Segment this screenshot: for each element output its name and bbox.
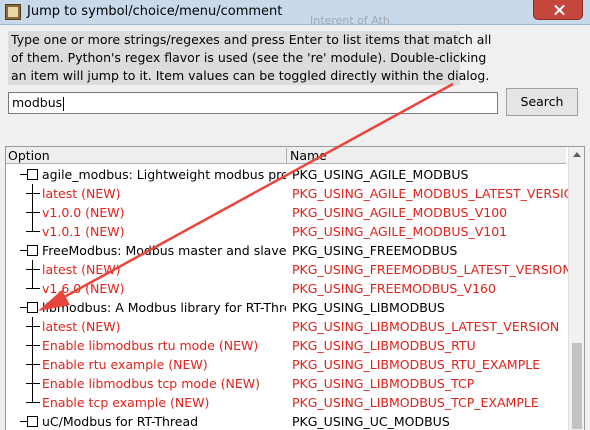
symbol-name: PKG_USING_LIBMODBUS_RTU_EXAMPLE	[292, 357, 541, 372]
option-label: Enable libmodbus rtu mode (NEW)	[42, 338, 259, 353]
option-label: Enable rtu example (NEW)	[42, 357, 208, 372]
tree-branch-icon	[26, 212, 40, 213]
table-row[interactable]: v1.0.0 (NEW) PKG_USING_AGILE_MODBUS_V100	[6, 203, 568, 222]
table-row[interactable]: Enable libmodbus rtu mode (NEW) PKG_USING…	[6, 336, 568, 355]
symbol-name: PKG_USING_FREEMODBUS_LATEST_VERSION	[292, 262, 572, 277]
table-row[interactable]: uC/Modbus for RT-Thread PKG_USING_UC_MODB…	[6, 412, 568, 430]
scrollbar-thumb[interactable]	[572, 343, 582, 429]
column-name[interactable]: Name	[290, 148, 327, 163]
option-label: v1.0.1 (NEW)	[42, 224, 125, 239]
close-button[interactable]	[533, 0, 583, 20]
option-label: libmodbus: A Modbus library for RT-Threa…	[42, 300, 286, 315]
tree-branch-icon	[26, 269, 40, 270]
table-row[interactable]: v1.0.1 (NEW) PKG_USING_AGILE_MODBUS_V101	[6, 222, 568, 241]
table-row[interactable]: Enable libmodbus tcp mode (NEW) PKG_USING…	[6, 374, 568, 393]
tree-branch-icon	[26, 231, 40, 232]
search-button[interactable]: Search	[506, 88, 578, 116]
help-line: of them. Python's regex flavor is used (…	[11, 50, 487, 65]
checkbox-icon[interactable]	[27, 302, 38, 313]
checkbox-icon[interactable]	[27, 169, 38, 180]
checkbox-icon[interactable]	[27, 416, 38, 427]
table-row[interactable]: Enable tcp example (NEW) PKG_USING_LIBMOD…	[6, 393, 568, 412]
title-bar: Jump to symbol/choice/menu/comment Inter…	[0, 0, 590, 27]
option-label: uC/Modbus for RT-Thread	[42, 414, 199, 429]
table-row[interactable]: v1.6.0 (NEW) PKG_USING_FREEMODBUS_V160	[6, 279, 568, 298]
table-row[interactable]: latest (NEW) PKG_USING_AGILE_MODBUS_LATES…	[6, 184, 583, 203]
results-list[interactable]: Option Name agile_modbus: Lightweight mo…	[5, 146, 585, 430]
symbol-name: PKG_USING_AGILE_MODBUS_LATEST_VERSION	[292, 186, 583, 201]
column-header: Option Name	[6, 147, 566, 164]
help-text: Type one or more strings/regexes and pre…	[8, 31, 492, 85]
tree-branch-icon	[26, 326, 40, 327]
help-line: an item will jump to it. Item values can…	[11, 68, 490, 83]
symbol-name: PKG_USING_LIBMODBUS_TCP_EXAMPLE	[292, 395, 539, 410]
table-row[interactable]: Enable rtu example (NEW) PKG_USING_LIBMOD…	[6, 355, 568, 374]
table-row[interactable]: agile_modbus: Lightweight modbus protoco…	[6, 165, 568, 184]
search-input[interactable]: modbus	[8, 92, 498, 114]
symbol-name: PKG_USING_LIBMODBUS	[292, 300, 445, 315]
tree-branch-icon	[26, 193, 40, 194]
tree-branch-icon	[26, 345, 40, 346]
tree-branch-icon	[26, 402, 40, 403]
symbol-name: PKG_USING_UC_MODBUS	[292, 414, 450, 429]
option-label: Enable libmodbus tcp mode (NEW)	[42, 376, 260, 391]
window-title: Jump to symbol/choice/menu/comment	[27, 4, 283, 19]
symbol-name: PKG_USING_LIBMODBUS_LATEST_VERSION	[292, 319, 560, 334]
option-label: latest (NEW)	[42, 262, 121, 277]
checkbox-icon[interactable]	[27, 245, 38, 256]
vertical-scrollbar[interactable]	[568, 147, 584, 430]
option-label: FreeModbus: Modbus master and slave stac…	[42, 243, 286, 258]
help-line: Type one or more strings/regexes and pre…	[11, 32, 492, 47]
column-option[interactable]: Option	[8, 148, 287, 163]
option-label: v1.6.0 (NEW)	[42, 281, 125, 296]
symbol-name: PKG_USING_AGILE_MODBUS_V101	[292, 224, 508, 239]
tree-branch-icon	[26, 364, 40, 365]
symbol-name: PKG_USING_LIBMODBUS_RTU	[292, 338, 476, 353]
table-row[interactable]: FreeModbus: Modbus master and slave stac…	[6, 241, 568, 260]
tree-branch-icon	[26, 288, 40, 289]
table-row[interactable]: libmodbus: A Modbus library for RT-Threa…	[6, 298, 568, 317]
option-label: latest (NEW)	[42, 186, 121, 201]
symbol-name: PKG_USING_FREEMODBUS	[292, 243, 458, 258]
tree-branch-icon	[26, 383, 40, 384]
option-label: v1.0.0 (NEW)	[42, 205, 125, 220]
app-icon	[5, 4, 21, 20]
scroll-up-icon[interactable]	[573, 152, 581, 157]
option-label: latest (NEW)	[42, 319, 121, 334]
table-row[interactable]: latest (NEW) PKG_USING_LIBMODBUS_LATEST_V…	[6, 317, 568, 336]
option-label: agile_modbus: Lightweight modbus protoco…	[42, 167, 286, 182]
table-row[interactable]: latest (NEW) PKG_USING_FREEMODBUS_LATEST_…	[6, 260, 572, 279]
background-window-text: Interent of Ath	[310, 14, 390, 27]
symbol-name: PKG_USING_FREEMODBUS_V160	[292, 281, 496, 296]
symbol-name: PKG_USING_LIBMODBUS_TCP	[292, 376, 475, 391]
option-label: Enable tcp example (NEW)	[42, 395, 210, 410]
symbol-name: PKG_USING_AGILE_MODBUS	[292, 167, 469, 182]
symbol-name: PKG_USING_AGILE_MODBUS_V100	[292, 205, 508, 220]
